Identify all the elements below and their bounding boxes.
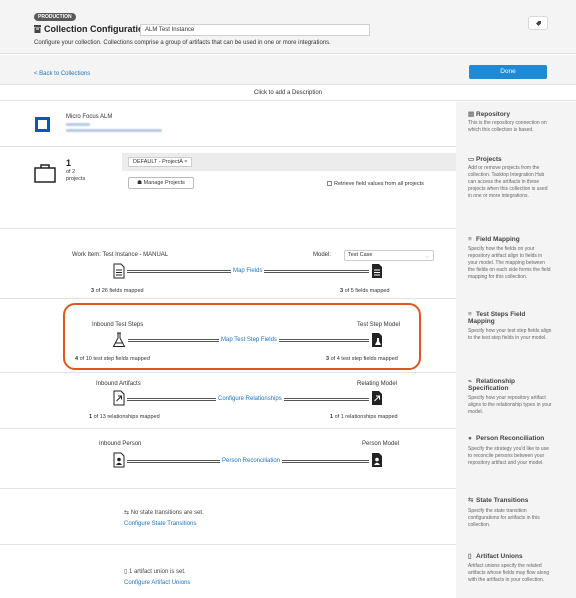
sidebar-test-steps-text: Specify how your test step fields align … xyxy=(468,328,552,341)
briefcase-icon xyxy=(34,164,56,183)
retrieve-all-projects-checkbox[interactable]: Retrieve field values from all projects xyxy=(327,181,424,187)
environment-badge: PRODUCTION xyxy=(34,13,76,21)
project-tag[interactable]: DEFAULT - ProjectA × xyxy=(128,157,193,167)
flask-icon xyxy=(112,332,126,347)
divider xyxy=(0,544,456,545)
inbound-artifacts-label: Inbound Artifacts xyxy=(96,381,141,387)
mapping-icon: ≡ xyxy=(468,311,472,318)
map-fields-link[interactable]: Map Fields xyxy=(231,268,265,274)
person-model-icon xyxy=(372,453,382,467)
model-document-icon xyxy=(372,264,382,278)
inbound-test-steps-mapped: 4 of 10 test step fields mapped xyxy=(75,356,150,362)
done-button[interactable]: Done xyxy=(469,65,547,79)
sidebar-relationship-text: Specify how your repository artifact ali… xyxy=(468,395,552,415)
folder-icon: ▭ xyxy=(468,156,475,163)
inbound-relationships-mapped: 1 of 13 relationships mapped xyxy=(89,414,160,420)
relating-model-icon xyxy=(372,391,382,405)
artifact-unions-message: ▯ 1 artifact union is set. xyxy=(124,569,186,575)
state-icon: ⇆ xyxy=(468,497,474,504)
document-icon xyxy=(113,263,125,279)
link-icon: ⌁ xyxy=(468,378,472,385)
collection-name-input[interactable]: ALM Test Instance xyxy=(140,24,370,36)
sidebar-repository-text: This is the repository connection on whi… xyxy=(468,120,547,133)
tag-icon xyxy=(536,21,541,26)
state-transitions-message: ⇆ No state transitions are set. xyxy=(124,510,204,516)
map-test-step-fields-link[interactable]: Map Test Step Fields xyxy=(219,337,279,343)
sidebar-person-title: ● Person Reconciliation xyxy=(468,435,545,442)
sidebar-state-text: Specify the state transition configurati… xyxy=(468,508,540,528)
manage-projects-button[interactable]: ☗ Manage Projects xyxy=(128,177,194,189)
repository-logo xyxy=(35,117,50,132)
options-button[interactable] xyxy=(528,16,548,30)
page-title: Collection Configuration xyxy=(44,24,149,34)
sidebar-state-title: ⇆ State Transitions xyxy=(468,497,529,504)
document-icon: ▯ xyxy=(468,553,472,560)
sidebar-relationship-title: ⌁ Relationship Specification xyxy=(468,378,516,392)
sidebar-person-text: Specify the strategy you'd like to use t… xyxy=(468,446,549,466)
collection-icon xyxy=(34,25,41,33)
sidebar-unions-title: ▯ Artifact Unions xyxy=(468,553,523,560)
sidebar-repository-title: ▤ Repository xyxy=(468,111,510,118)
work-item-fields-mapped: 3 of 26 fields mapped xyxy=(91,288,144,294)
person-model-label: Person Model xyxy=(362,441,400,447)
project-label: projects xyxy=(66,176,86,182)
configure-relationships-link[interactable]: Configure Relationships xyxy=(216,396,284,402)
model-fields-mapped: 3 of 5 fields mapped xyxy=(340,288,390,294)
relating-model-label: Relating Model xyxy=(357,381,398,387)
divider xyxy=(0,428,456,429)
divider xyxy=(0,146,456,147)
artifact-link-icon xyxy=(113,390,125,406)
work-item-label: Work Item: Test Instance - MANUAL xyxy=(72,252,169,258)
checkbox-icon xyxy=(327,181,332,186)
test-step-model-icon xyxy=(372,333,382,347)
configure-state-transitions-link[interactable]: Configure State Transitions xyxy=(124,521,196,527)
state-icon: ⇆ xyxy=(124,510,131,516)
page-subtitle: Configure your collection. Collections c… xyxy=(34,40,331,46)
person-icon: ● xyxy=(468,435,472,442)
divider xyxy=(0,228,456,229)
sidebar-field-mapping-text: Specify how the fields on your repositor… xyxy=(468,246,551,280)
sidebar-unions-text: Artifact unions specify the related arti… xyxy=(468,563,550,583)
model-select[interactable]: Test Case ⌵ xyxy=(344,250,434,261)
relating-model-mapped: 1 of 1 relationships mapped xyxy=(330,414,398,420)
database-icon: ▤ xyxy=(468,111,475,118)
repository-url-blurred xyxy=(66,123,90,126)
test-step-model-mapped: 3 of 4 test step fields mapped xyxy=(326,356,398,362)
inbound-test-steps-label: Inbound Test Steps xyxy=(92,322,144,328)
sidebar-test-steps-title: ≡ Test Steps Field Mapping xyxy=(468,311,526,325)
mapping-icon: ≡ xyxy=(468,236,472,243)
divider xyxy=(0,298,456,299)
sidebar-projects-title: ▭ Projects xyxy=(468,156,502,163)
divider xyxy=(0,488,456,489)
inbound-person-label: Inbound Person xyxy=(99,441,142,447)
test-step-model-label: Test Step Model xyxy=(357,322,401,328)
person-document-icon xyxy=(113,452,125,468)
model-label: Model: xyxy=(313,252,332,258)
divider xyxy=(0,372,456,373)
chevron-down-icon: ⌵ xyxy=(425,254,429,260)
repository-name: Micro Focus ALM xyxy=(66,114,113,120)
sidebar-projects-text: Add or remove projects from the collecti… xyxy=(468,165,548,199)
back-to-collections-link[interactable]: < Back to Collections xyxy=(34,71,90,77)
person-reconciliation-link[interactable]: Person Reconciliation xyxy=(220,458,283,464)
project-total: of 2 xyxy=(66,169,76,175)
sidebar-field-mapping-title: ≡ Field Mapping xyxy=(468,236,520,243)
configure-artifact-unions-link[interactable]: Configure Artifact Unions xyxy=(124,580,190,586)
project-count: 1 xyxy=(66,158,72,168)
description-field[interactable]: Click to add a Description xyxy=(0,86,576,101)
repository-url-blurred xyxy=(66,129,162,132)
